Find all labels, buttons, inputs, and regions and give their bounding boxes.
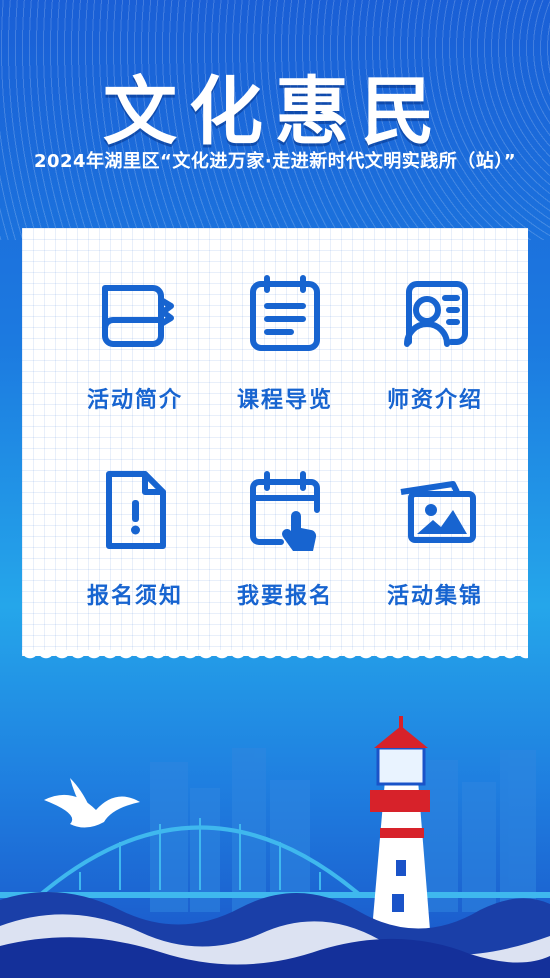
teacher-profile-icon — [404, 281, 468, 347]
menu-label: 我要报名 — [236, 583, 333, 609]
menu-item-activity-intro[interactable]: 活动简介 — [60, 266, 210, 416]
menu-item-sign-up[interactable]: 我要报名 — [210, 462, 360, 612]
city-skyline — [150, 748, 536, 912]
lighthouse — [370, 716, 430, 930]
photo-gallery-icon — [400, 481, 476, 543]
crane — [44, 778, 140, 828]
menu-label: 课程导览 — [236, 387, 333, 413]
menu-item-teacher-intro[interactable]: 师资介绍 — [360, 266, 510, 416]
city-illustration — [0, 716, 550, 978]
book-icon — [102, 285, 174, 347]
menu-label: 报名须知 — [86, 583, 183, 609]
menu-card: 活动简介 课程导览 师资介绍 报名须知 我要报名 活动集锦 — [22, 228, 528, 656]
calendar-click-icon — [250, 471, 320, 551]
menu-label: 活动简介 — [86, 387, 183, 413]
notice-document-icon — [106, 471, 166, 549]
menu-item-gallery[interactable]: 活动集锦 — [360, 462, 510, 612]
calendar-list-icon — [250, 275, 320, 351]
card-scalloped-edge — [22, 650, 528, 666]
menu-label: 师资介绍 — [386, 387, 483, 413]
page-title: 文化惠民 — [103, 69, 447, 155]
menu-label: 活动集锦 — [386, 583, 483, 609]
menu-item-registration-notice[interactable]: 报名须知 — [60, 462, 210, 612]
page-subtitle: 2024年湖里区“文化进万家·走进新时代文明实践所（站）” — [33, 151, 517, 172]
menu-item-course-guide[interactable]: 课程导览 — [210, 266, 360, 416]
